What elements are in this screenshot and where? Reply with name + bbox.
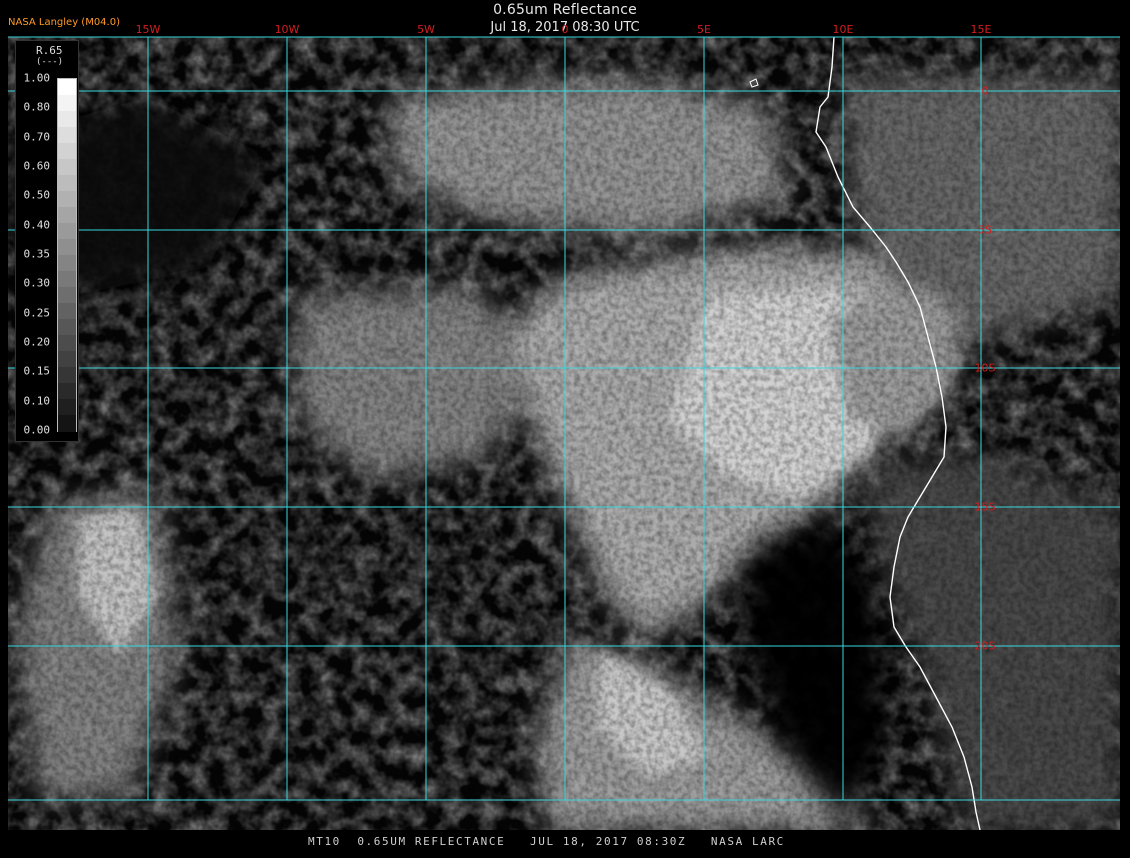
imagery-svg — [8, 37, 1120, 830]
colorbar-labels: 1.00 0.80 0.70 0.60 0.50 0.40 0.35 0.30 0.25 0.20… — [16, 41, 51, 441]
colorbar-swatch — [58, 303, 76, 320]
latitude-label: 5S — [978, 223, 992, 237]
colorbar-swatch — [58, 223, 76, 240]
colorbar-swatch — [58, 415, 76, 432]
colorbar-swatch — [58, 383, 76, 400]
provider-label: NASA Langley (M04.0) — [8, 17, 120, 28]
colorbar-swatch — [58, 143, 76, 160]
longitude-label: 10E — [832, 23, 854, 36]
longitude-label: 0 — [561, 23, 569, 36]
colorbar-tick-label: 0.20 — [23, 335, 51, 349]
colorbar-swatch — [58, 367, 76, 384]
colorbar-tick-label: 0.70 — [23, 130, 51, 144]
satellite-image[interactable] — [8, 37, 1120, 830]
colorbar-tick-label: 0.00 — [23, 423, 51, 437]
colorbar-tick-label: 1.00 — [23, 71, 51, 85]
colorbar-swatch — [58, 95, 76, 112]
colorbar-tick-label: 0.15 — [23, 364, 51, 378]
colorbar-swatch — [58, 111, 76, 128]
footer-caption: MT10 0.65UM REFLECTANCE JUL 18, 2017 08:… — [308, 835, 785, 848]
colorbar-swatch — [58, 399, 76, 416]
colorbar-tick-label: 0.10 — [23, 394, 51, 408]
colorbar-swatch — [58, 271, 76, 288]
colorbar-swatch — [58, 351, 76, 368]
colorbar-swatch — [58, 319, 76, 336]
longitude-label: 5W — [417, 23, 435, 36]
page-title: 0.65um Reflectance — [493, 2, 637, 18]
colorbar-swatch — [58, 207, 76, 224]
colorbar-swatch — [58, 287, 76, 304]
colorbar-strip — [57, 78, 77, 432]
colorbar-tick-label: 0.25 — [23, 306, 51, 320]
colorbar-tick-label: 0.60 — [23, 159, 51, 173]
colorbar-swatch — [58, 79, 76, 96]
latitude-label: 20S — [974, 639, 996, 653]
colorbar-swatch — [58, 335, 76, 352]
colorbar-swatch — [58, 175, 76, 192]
cloud-field — [8, 37, 1120, 830]
longitude-label: 5E — [697, 23, 711, 36]
longitude-label: 10W — [274, 23, 300, 36]
colorbar-tick-label: 0.40 — [23, 218, 51, 232]
latitude-label: 0 — [981, 84, 989, 98]
longitude-label: 15W — [135, 23, 161, 36]
longitude-label: 15E — [970, 23, 992, 36]
colorbar-tick-label: 0.50 — [23, 188, 51, 202]
latitude-label: 15S — [974, 500, 996, 514]
colorbar-swatch — [58, 159, 76, 176]
latitude-label: 10S — [974, 361, 996, 375]
footer: MT10 0.65UM REFLECTANCE JUL 18, 2017 08:… — [0, 832, 1130, 850]
colorbar-swatch — [58, 239, 76, 256]
colorbar-tick-label: 0.35 — [23, 247, 51, 261]
colorbar-swatch — [58, 191, 76, 208]
colorbar: R.65 (---) 1.00 0.80 0.70 0.60 0.50 0.40 0.35 0… — [15, 40, 79, 442]
colorbar-tick-label: 0.30 — [23, 276, 51, 290]
colorbar-swatch — [58, 127, 76, 144]
colorbar-tick-label: 0.80 — [23, 100, 51, 114]
colorbar-swatch — [58, 255, 76, 272]
